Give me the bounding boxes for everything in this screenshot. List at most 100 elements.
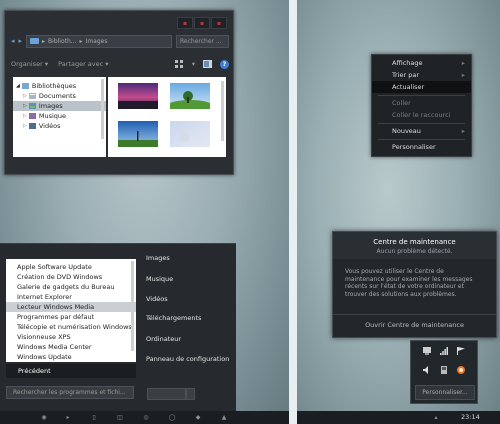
taskbar-app-icon[interactable]: ◆ [194, 414, 202, 421]
start-link-music[interactable]: Musique [146, 275, 173, 283]
program-item[interactable]: Programmes par défaut [6, 312, 136, 322]
start-link-videos[interactable]: Vidéos [146, 295, 168, 303]
start-search-input[interactable]: Rechercher les programmes et fichi... [6, 386, 134, 399]
address-segment[interactable]: Biblioth... [48, 38, 76, 45]
image-thumbnail[interactable] [118, 83, 158, 109]
start-link-images[interactable]: Images [146, 254, 170, 262]
start-button-icon[interactable]: ◉ [40, 414, 48, 421]
action-center-popup: Centre de maintenance Aucun problème dét… [332, 231, 497, 338]
chevron-right-icon: ▸ [79, 37, 83, 45]
nav-item-libraries[interactable]: ◢ Bibliothèques [13, 81, 106, 91]
network-icon[interactable] [423, 347, 431, 355]
nav-item-images[interactable]: ▷ Images [13, 101, 106, 111]
open-action-center-link[interactable]: Ouvrir Centre de maintenance [333, 314, 496, 335]
menu-item-view[interactable]: Affichage ▸ [372, 57, 471, 69]
image-thumbnail[interactable] [170, 121, 210, 147]
dropdown-arrow-icon[interactable]: ▾ [192, 60, 195, 68]
menu-item-paste[interactable]: Coller [372, 97, 471, 109]
action-center-description: Vous pouvez utiliser le Centre de mainte… [345, 268, 473, 298]
program-item[interactable]: Visionneuse XPS [6, 332, 136, 342]
start-link-computer[interactable]: Ordinateur [146, 335, 181, 343]
videos-icon [28, 123, 36, 129]
collapse-icon[interactable]: ▷ [23, 123, 27, 129]
taskbar-app-icon[interactable]: ▯ [90, 414, 98, 421]
device-icon[interactable] [440, 366, 448, 374]
collapse-icon[interactable]: ▷ [23, 93, 27, 99]
maximize-button[interactable]: ▪ [194, 17, 210, 29]
start-link-downloads[interactable]: Téléchargements [146, 314, 201, 322]
submenu-arrow-icon: ▸ [461, 59, 465, 67]
nav-item-documents[interactable]: ▷ Documents [13, 91, 106, 101]
program-item[interactable]: Internet Explorer [6, 292, 136, 302]
minimize-button[interactable]: ▪ [177, 17, 193, 29]
menu-separator [378, 95, 465, 96]
app-tray-icon[interactable] [457, 366, 465, 374]
program-item[interactable]: Télécopie et numérisation Windows [6, 322, 136, 332]
close-button[interactable]: ▪ [211, 17, 227, 29]
menu-item-personalize[interactable]: Personnaliser [372, 141, 471, 153]
taskbar-app-icon[interactable]: ◎ [142, 414, 150, 421]
nav-item-label: Musique [38, 112, 67, 120]
program-item[interactable]: Création de DVD Windows [6, 272, 136, 282]
menu-item-label: Coller [392, 99, 411, 107]
shutdown-button[interactable] [147, 388, 186, 400]
library-icon [30, 38, 40, 44]
share-button[interactable]: Partager avec ▾ [58, 60, 108, 68]
program-item[interactable]: Apple Software Update [6, 262, 136, 272]
image-thumbnail[interactable] [170, 83, 210, 109]
image-thumbnail[interactable] [118, 121, 158, 147]
back-button[interactable]: Précédent [6, 364, 136, 378]
volume-icon[interactable] [423, 366, 431, 374]
program-item[interactable]: Windows Update [6, 352, 136, 362]
clock[interactable]: 23:14 [461, 413, 480, 421]
forward-arrow-icon[interactable]: ▸ [19, 37, 23, 45]
signal-icon[interactable] [440, 347, 448, 355]
library-icon [21, 83, 29, 89]
menu-item-label: Coller le raccourci [392, 111, 451, 119]
start-link-control-panel[interactable]: Panneau de configuration [146, 355, 229, 363]
menu-item-label: Affichage [392, 59, 423, 67]
taskbar-app-icon[interactable]: ◫ [116, 414, 124, 421]
collapse-icon[interactable]: ▷ [23, 113, 27, 119]
chevron-right-icon: ▸ [42, 37, 46, 45]
menu-separator [378, 123, 465, 124]
flag-icon[interactable] [457, 347, 465, 355]
menu-item-new[interactable]: Nouveau ▸ [372, 125, 471, 137]
taskbar-app-icon[interactable]: ▲ [220, 414, 228, 421]
view-options-icon[interactable] [174, 60, 184, 68]
file-view [108, 77, 226, 157]
scrollbar[interactable] [131, 261, 134, 351]
program-item[interactable]: Lecteur Windows Media [6, 302, 136, 312]
collapse-icon[interactable]: ▷ [23, 103, 27, 109]
program-item[interactable]: Galerie de gadgets du Bureau [6, 282, 136, 292]
organize-button[interactable]: Organiser ▾ [11, 60, 48, 68]
search-input[interactable]: Rechercher ... [176, 34, 229, 48]
show-hidden-icons-icon[interactable]: ▴ [432, 414, 440, 421]
all-programs-list: Apple Software Update Création de DVD Wi… [6, 259, 136, 362]
share-label: Partager avec [58, 60, 104, 68]
menu-item-refresh[interactable]: Actualiser [372, 81, 471, 93]
help-icon[interactable]: ? [220, 59, 229, 69]
nav-item-videos[interactable]: ▷ Vidéos [13, 121, 106, 131]
expand-icon[interactable]: ◢ [16, 83, 20, 89]
nav-item-label: Images [38, 102, 63, 110]
action-center-status: Aucun problème détecté. [376, 248, 453, 255]
menu-item-sort[interactable]: Trier par ▸ [372, 69, 471, 81]
notification-overflow: Personnaliser... [410, 340, 478, 404]
taskbar-app-icon[interactable]: ▸ [64, 414, 72, 421]
toolbar-right: ▾ ? [174, 59, 229, 69]
shutdown-options-button[interactable] [186, 388, 195, 400]
back-arrow-icon[interactable]: ◂ [11, 37, 15, 45]
explorer-window: ▪ ▪ ▪ ◂ ▸ ▸ Biblioth... ▸ Images Recherc… [4, 10, 234, 175]
customize-button[interactable]: Personnaliser... [415, 385, 475, 400]
nav-item-music[interactable]: ▷ Musique [13, 111, 106, 121]
address-segment[interactable]: Images [86, 38, 108, 45]
taskbar-app-icon[interactable]: ◯ [168, 414, 176, 421]
preview-pane-icon[interactable] [203, 60, 212, 68]
scrollbar[interactable] [221, 81, 224, 141]
menu-item-paste-shortcut[interactable]: Coller le raccourci [372, 109, 471, 121]
program-item[interactable]: Windows Media Center [6, 342, 136, 352]
start-menu: Apple Software Update Création de DVD Wi… [0, 243, 236, 412]
address-bar[interactable]: ▸ Biblioth... ▸ Images [26, 34, 172, 48]
scrollbar[interactable] [101, 79, 104, 139]
